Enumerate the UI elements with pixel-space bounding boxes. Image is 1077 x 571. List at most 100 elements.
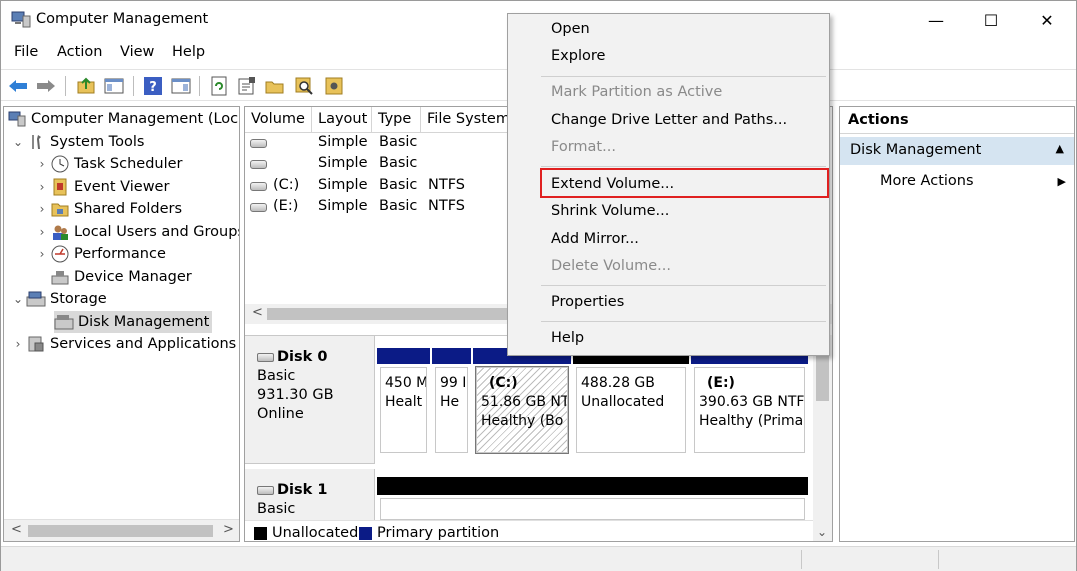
menu-help[interactable]: Help — [172, 44, 205, 60]
menu-item-change-drive-letter[interactable]: Change Drive Letter and Paths... — [551, 112, 787, 128]
disk-1-unallocated-bar[interactable] — [377, 477, 808, 495]
tree-item-label: Local Users and Groups — [74, 224, 240, 240]
settings-icon[interactable] — [323, 75, 345, 97]
menu-item-format[interactable]: Format... — [551, 139, 616, 155]
chevron-down-icon[interactable]: ⌄ — [10, 135, 26, 149]
menu-view[interactable]: View — [120, 44, 154, 60]
users-icon — [50, 223, 70, 241]
menu-item-mark-active[interactable]: Mark Partition as Active — [551, 84, 722, 100]
toolbar-separator — [65, 76, 66, 96]
more-actions-item[interactable]: More Actions — [880, 173, 974, 189]
chevron-right-icon[interactable]: › — [34, 180, 50, 194]
menu-item-extend-volume[interactable]: Extend Volume... — [551, 176, 674, 192]
partition-bar — [432, 348, 471, 364]
partition-status: He — [440, 394, 460, 410]
partition-block[interactable]: 450 M Healt — [377, 348, 430, 458]
menu-item-shrink-volume[interactable]: Shrink Volume... — [551, 203, 669, 219]
console-tree-pane: Computer Management (Local ⌄ System Tool… — [3, 106, 240, 542]
collapse-up-icon[interactable]: ▲ — [1056, 142, 1064, 155]
chevron-right-icon[interactable]: › — [10, 337, 26, 351]
menu-item-delete-volume[interactable]: Delete Volume... — [551, 258, 671, 274]
show-hide-action-pane-icon[interactable] — [170, 75, 192, 97]
volume-type: Basic — [379, 155, 418, 171]
actions-header: Actions — [840, 107, 1074, 134]
scrollbar-thumb[interactable] — [28, 525, 213, 537]
disk-1-partition-body[interactable] — [380, 498, 805, 520]
volume-layout: Simple — [318, 198, 368, 214]
tree-item-label: Performance — [74, 246, 166, 262]
menu-item-properties[interactable]: Properties — [551, 294, 624, 310]
tree-item-disk-management[interactable]: Disk Management — [54, 311, 213, 333]
partition-size: 390.63 GB NTFS — [699, 394, 805, 410]
disk-icon — [257, 353, 274, 362]
drive-icon — [250, 160, 267, 169]
scrollbar-thumb[interactable] — [267, 308, 517, 320]
partition-body-selected: (C:) 51.86 GB NT Healthy (Bo — [475, 366, 569, 454]
menu-item-explore[interactable]: Explore — [551, 48, 605, 64]
volume-layout: Simple — [318, 155, 368, 171]
column-header-file-system[interactable]: File System — [421, 107, 511, 133]
svg-text:?: ? — [149, 80, 157, 95]
partition-block-e[interactable]: (E:) 390.63 GB NTFS Healthy (Prima — [691, 348, 808, 458]
tree-item-label: Computer Management (Local — [31, 111, 240, 127]
partition-size: 488.28 GB — [581, 375, 655, 391]
window-title: Computer Management — [36, 11, 209, 27]
minimize-button[interactable]: — — [908, 1, 964, 39]
menu-file[interactable]: File — [14, 44, 38, 60]
tree-item-services[interactable]: › Services and Applications — [10, 333, 237, 355]
menu-separator — [541, 166, 826, 167]
menu-action[interactable]: Action — [57, 44, 102, 60]
disk-0-label[interactable]: Disk 0 Basic 931.30 GB Online — [245, 336, 375, 464]
tree-item-computer-management[interactable]: Computer Management (Local — [7, 108, 240, 130]
help-icon[interactable]: ? — [142, 75, 164, 97]
tree-item-shared-folders[interactable]: › Shared Folders — [34, 198, 182, 220]
tree-item-task-scheduler[interactable]: › Task Scheduler — [34, 153, 183, 175]
tree-item-system-tools[interactable]: ⌄ System Tools — [10, 131, 144, 153]
menu-item-help[interactable]: Help — [551, 330, 584, 346]
tree-horizontal-scrollbar[interactable]: < > — [4, 519, 239, 541]
column-header-volume[interactable]: Volume — [245, 107, 312, 133]
search-icon[interactable] — [293, 75, 315, 97]
tree-item-storage[interactable]: ⌄ Storage — [10, 288, 107, 310]
volume-type: Basic — [379, 177, 418, 193]
chevron-right-icon[interactable]: › — [34, 157, 50, 171]
up-folder-icon[interactable] — [75, 75, 97, 97]
menu-item-open[interactable]: Open — [551, 21, 590, 37]
maximize-button[interactable]: ☐ — [963, 1, 1019, 39]
tree-item-device-manager[interactable]: Device Manager — [50, 266, 192, 288]
open-icon[interactable] — [264, 75, 286, 97]
tree-item-performance[interactable]: › Performance — [34, 243, 166, 265]
tree-item-label: Services and Applications — [50, 336, 237, 352]
actions-section-disk-management[interactable]: Disk Management ▲ — [840, 137, 1074, 165]
volume-context-menu: Open Explore Mark Partition as Active Ch… — [507, 13, 830, 356]
menu-separator — [541, 321, 826, 322]
properties-icon[interactable] — [236, 75, 258, 97]
show-hide-tree-icon[interactable] — [103, 75, 125, 97]
submenu-arrow-icon[interactable]: ▶ — [1058, 175, 1066, 188]
partition-block-unallocated[interactable]: 488.28 GB Unallocated — [573, 348, 689, 458]
disk-graphical-view: Disk 0 Basic 931.30 GB Online 450 M Heal… — [245, 335, 832, 541]
tree-item-event-viewer[interactable]: › Event Viewer — [34, 176, 169, 198]
forward-arrow-icon[interactable] — [35, 75, 57, 97]
menu-separator — [541, 285, 826, 286]
scroll-left-icon[interactable]: < — [252, 305, 263, 320]
scroll-right-icon[interactable]: > — [223, 522, 234, 537]
refresh-icon[interactable] — [208, 75, 230, 97]
partition-block[interactable]: 99 I He — [432, 348, 471, 458]
partition-size: 99 I — [440, 375, 467, 391]
chevron-down-icon[interactable]: ⌄ — [10, 292, 26, 306]
disk-view-vertical-scrollbar[interactable]: ⌄ — [813, 335, 832, 541]
column-header-layout[interactable]: Layout — [312, 107, 372, 133]
menu-item-add-mirror[interactable]: Add Mirror... — [551, 231, 639, 247]
column-header-type[interactable]: Type — [372, 107, 421, 133]
chevron-right-icon[interactable]: › — [34, 247, 50, 261]
chevron-right-icon[interactable]: › — [34, 202, 50, 216]
legend-unallocated-label: Unallocated — [272, 525, 359, 541]
back-arrow-icon[interactable] — [7, 75, 29, 97]
tree-item-local-users[interactable]: › Local Users and Groups — [34, 221, 240, 243]
close-button[interactable]: ✕ — [1019, 1, 1075, 39]
scroll-left-icon[interactable]: < — [11, 522, 22, 537]
scroll-down-icon[interactable]: ⌄ — [817, 525, 827, 539]
partition-block-c[interactable]: (C:) 51.86 GB NT Healthy (Bo — [473, 348, 571, 458]
chevron-right-icon[interactable]: › — [34, 225, 50, 239]
